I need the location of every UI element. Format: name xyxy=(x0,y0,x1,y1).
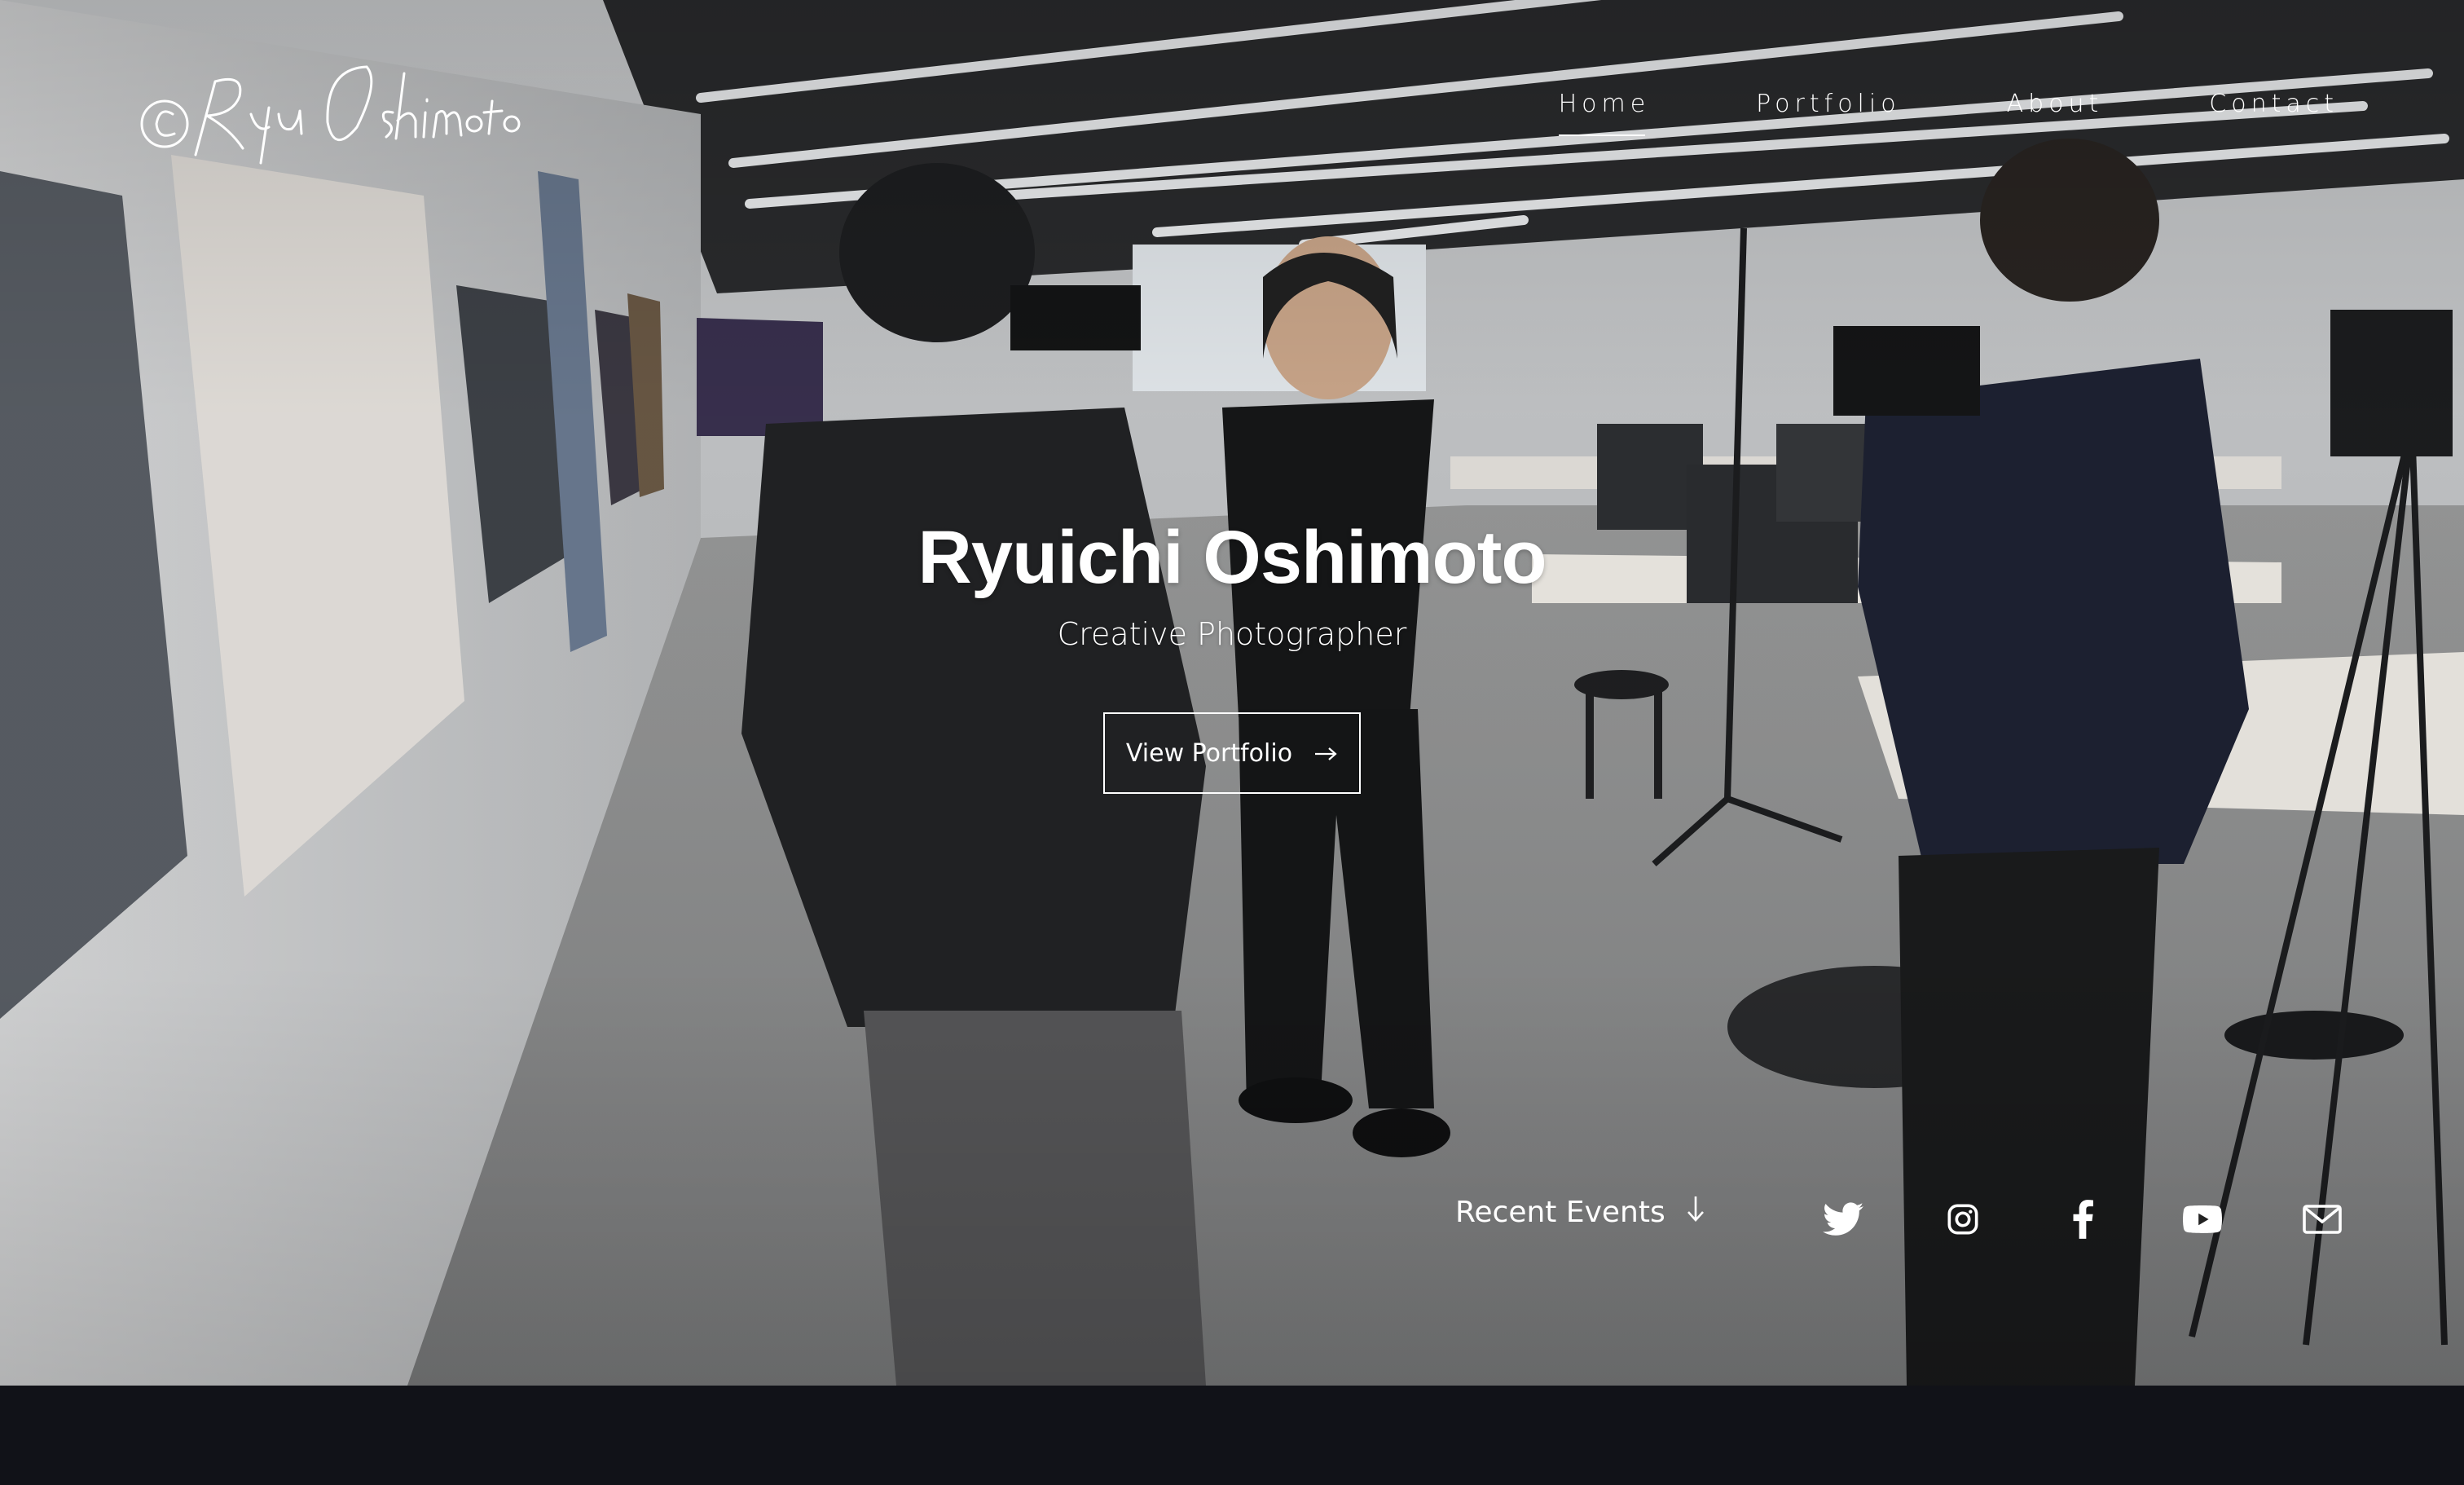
hero-subtitle: Creative Photographer xyxy=(1057,616,1407,652)
nav-contact[interactable]: Contact xyxy=(2209,90,2339,136)
recent-events-label: Recent Events xyxy=(1455,1196,1665,1229)
main-nav: Home Portfolio About Contact xyxy=(1558,90,2339,136)
view-portfolio-button[interactable]: View Portfolio xyxy=(1103,712,1361,794)
hero-section: Home Portfolio About Contact Ryuichi Osh… xyxy=(0,0,2464,1386)
site-logo[interactable] xyxy=(139,49,521,171)
nav-about[interactable]: About xyxy=(2007,90,2104,136)
hero-background-image xyxy=(0,0,2464,1386)
mail-icon[interactable] xyxy=(2301,1198,2343,1240)
social-links xyxy=(1822,1196,2343,1242)
hero-title: Ryuichi Oshimoto xyxy=(917,516,1547,599)
instagram-icon[interactable] xyxy=(1942,1198,1984,1240)
recent-events-link[interactable]: Recent Events xyxy=(1455,1195,1706,1230)
footer-strip xyxy=(0,1386,2464,1485)
arrow-down-icon xyxy=(1685,1195,1706,1230)
nav-portfolio[interactable]: Portfolio xyxy=(1756,90,1900,136)
twitter-icon[interactable] xyxy=(1822,1198,1864,1240)
facebook-icon[interactable] xyxy=(2061,1198,2104,1240)
nav-home[interactable]: Home xyxy=(1558,90,1651,136)
youtube-icon[interactable] xyxy=(2181,1198,2224,1240)
view-portfolio-label: View Portfolio xyxy=(1125,738,1293,768)
arrow-right-icon xyxy=(1313,739,1338,767)
